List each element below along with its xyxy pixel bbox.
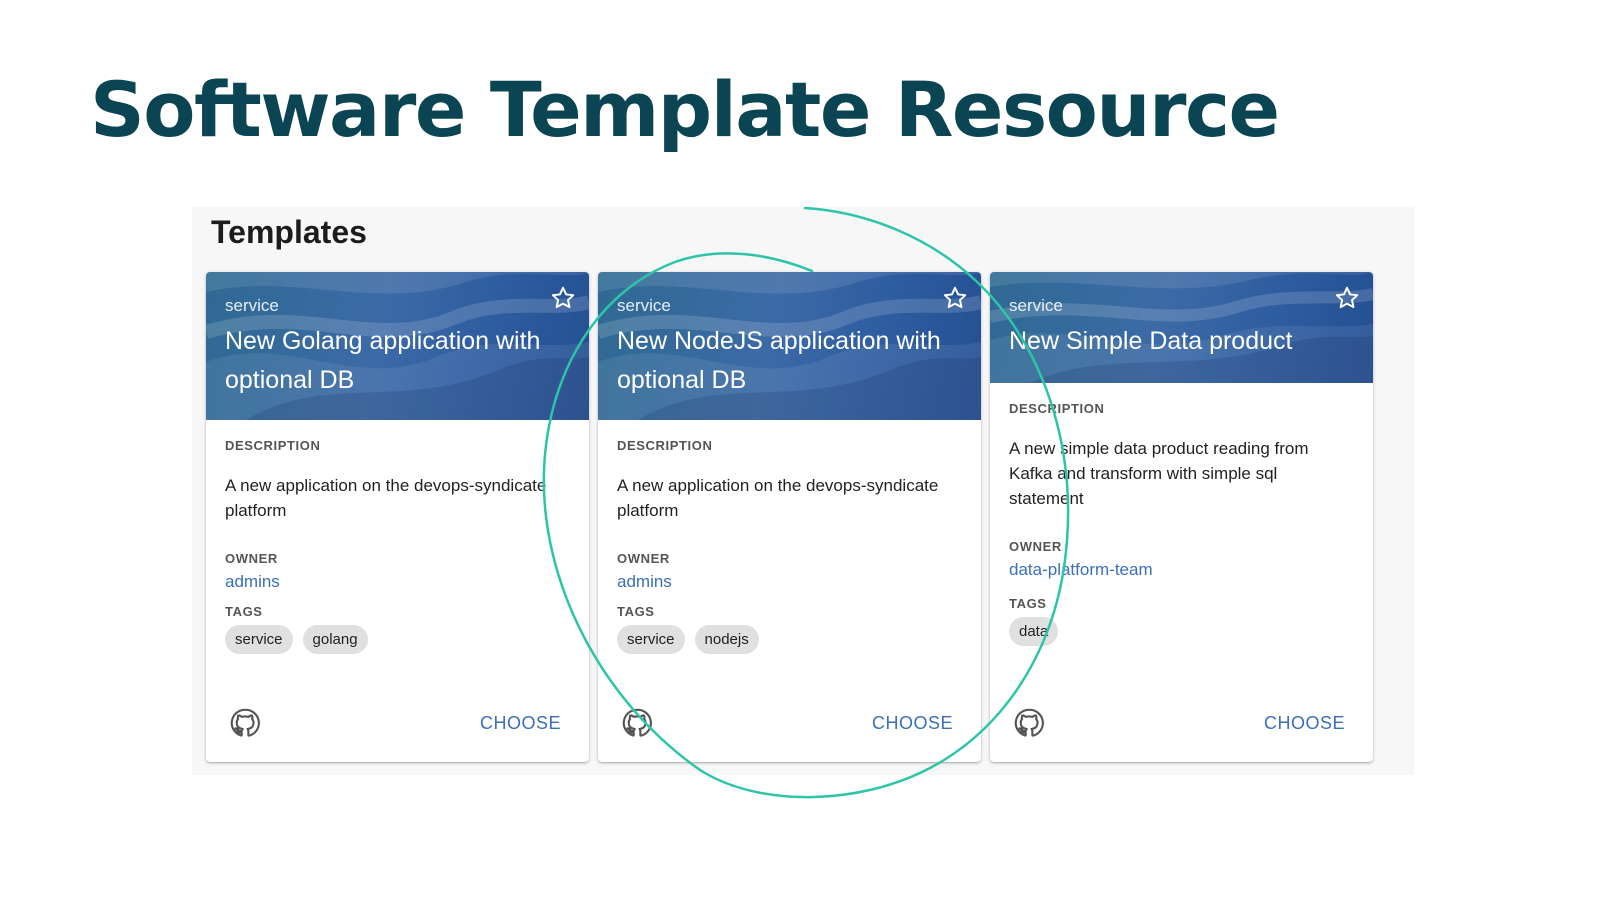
tags-label: TAGS xyxy=(617,604,655,619)
card-title: New Golang application with optional DB xyxy=(225,327,541,394)
templates-panel: Templates service New Golang application… xyxy=(192,207,1414,775)
owner-link[interactable]: admins xyxy=(617,572,672,592)
star-outline-icon[interactable] xyxy=(942,285,968,311)
description-label: DESCRIPTION xyxy=(225,438,321,453)
panel-heading: Templates xyxy=(211,214,367,250)
template-card-nodejs: service New NodeJS application with opti… xyxy=(598,272,981,762)
tag-list: data xyxy=(1009,617,1354,646)
description-text: A new application on the devops-syndicat… xyxy=(225,476,547,520)
star-outline-icon[interactable] xyxy=(550,285,576,311)
description-label: DESCRIPTION xyxy=(617,438,713,453)
owner-label: OWNER xyxy=(225,551,278,566)
template-card-data-product: service New Simple Data product DESCRIPT… xyxy=(990,272,1373,762)
tags-label: TAGS xyxy=(225,604,263,619)
card-footer: CHOOSE xyxy=(990,686,1373,762)
choose-button[interactable]: CHOOSE xyxy=(872,713,953,734)
owner-link[interactable]: data-platform-team xyxy=(1009,560,1153,580)
card-type: service xyxy=(1009,296,1063,315)
slide-title: Software Template Resource xyxy=(90,65,1280,154)
github-icon[interactable] xyxy=(622,708,652,738)
card-body: DESCRIPTION A new simple data product re… xyxy=(990,401,1373,646)
card-title: New Simple Data product xyxy=(1009,327,1293,355)
card-header: service New Simple Data product xyxy=(990,272,1373,383)
description-text: A new simple data product reading from K… xyxy=(1009,439,1309,508)
tag-list: service golang xyxy=(225,625,570,654)
tag-list: service nodejs xyxy=(617,625,962,654)
card-header: service New Golang application with opti… xyxy=(206,272,589,420)
card-type: service xyxy=(617,296,671,315)
github-icon[interactable] xyxy=(1014,708,1044,738)
tag-chip: service xyxy=(617,625,685,654)
card-footer: CHOOSE xyxy=(598,686,981,762)
description-label: DESCRIPTION xyxy=(1009,401,1105,416)
card-footer: CHOOSE xyxy=(206,686,589,762)
owner-label: OWNER xyxy=(1009,539,1062,554)
card-body: DESCRIPTION A new application on the dev… xyxy=(206,438,589,654)
star-outline-icon[interactable] xyxy=(1334,285,1360,311)
owner-label: OWNER xyxy=(617,551,670,566)
card-body: DESCRIPTION A new application on the dev… xyxy=(598,438,981,654)
description-text: A new application on the devops-syndicat… xyxy=(617,476,939,520)
tag-chip: data xyxy=(1009,617,1059,646)
owner-link[interactable]: admins xyxy=(225,572,280,592)
card-header: service New NodeJS application with opti… xyxy=(598,272,981,420)
card-title: New NodeJS application with optional DB xyxy=(617,327,941,394)
tag-chip: golang xyxy=(302,625,368,654)
tags-label: TAGS xyxy=(1009,596,1047,611)
choose-button[interactable]: CHOOSE xyxy=(480,713,561,734)
tag-chip: service xyxy=(225,625,293,654)
tag-chip: nodejs xyxy=(694,625,759,654)
github-icon[interactable] xyxy=(230,708,260,738)
card-type: service xyxy=(225,296,279,315)
template-card-golang: service New Golang application with opti… xyxy=(206,272,589,762)
choose-button[interactable]: CHOOSE xyxy=(1264,713,1345,734)
